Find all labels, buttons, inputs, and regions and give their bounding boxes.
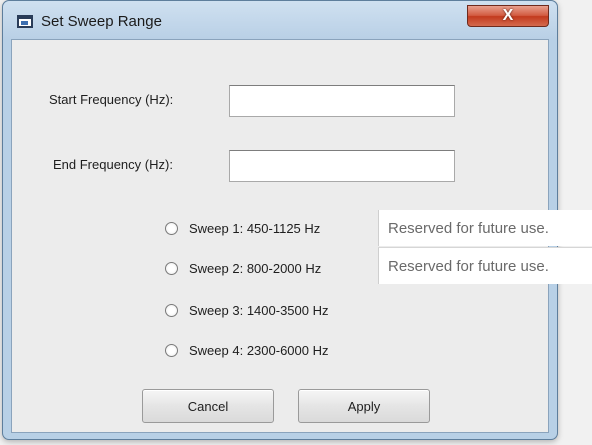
sweep-option-2[interactable]: Sweep 2: 800-2000 Hz: [165, 257, 321, 279]
dialog-title: Set Sweep Range: [41, 13, 162, 30]
sweep-4-label: Sweep 4: 2300-6000 Hz: [189, 342, 329, 358]
sweep-4-radio[interactable]: [165, 343, 178, 357]
apply-button[interactable]: Apply: [298, 389, 430, 423]
sweep-option-4[interactable]: Sweep 4: 2300-6000 Hz: [165, 339, 328, 361]
sweep-2-radio[interactable]: [165, 261, 178, 275]
reserved-callout-sweep-1: Reserved for future use.: [378, 210, 592, 246]
end-frequency-label: End Frequency (Hz):: [53, 157, 173, 172]
reserved-callout-sweep-2: Reserved for future use.: [378, 248, 592, 284]
sweep-1-label: Sweep 1: 450-1125 Hz: [189, 220, 321, 236]
sweep-option-3[interactable]: Sweep 3: 1400-3500 Hz: [165, 299, 328, 321]
dialog-title-bar[interactable]: Set Sweep Range X: [3, 1, 557, 39]
cancel-button[interactable]: Cancel: [142, 389, 274, 423]
sweep-3-radio[interactable]: [165, 303, 178, 317]
sweep-3-label: Sweep 3: 1400-3500 Hz: [189, 302, 329, 318]
sweep-2-label: Sweep 2: 800-2000 Hz: [189, 260, 322, 276]
close-icon: X: [502, 7, 514, 24]
close-button[interactable]: X: [467, 5, 549, 27]
sweep-option-1[interactable]: Sweep 1: 450-1125 Hz: [165, 217, 320, 239]
start-frequency-label: Start Frequency (Hz):: [49, 92, 174, 107]
end-frequency-input[interactable]: [229, 150, 455, 182]
start-frequency-input[interactable]: [229, 85, 455, 117]
window-app-icon: [17, 15, 33, 28]
sweep-1-radio[interactable]: [165, 221, 178, 235]
